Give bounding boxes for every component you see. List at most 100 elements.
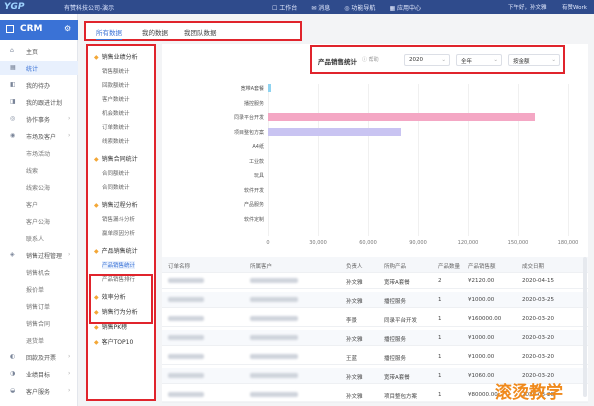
sidebar-item[interactable]: 销售机会 — [0, 265, 78, 279]
report-item[interactable]: 销售漏斗分析 — [102, 215, 135, 223]
report-group[interactable]: ◆ 产品销售统计 — [94, 246, 138, 255]
user-greeting[interactable]: 下午好，孙文雅 — [508, 3, 547, 11]
nav-icon: ◈ — [10, 251, 15, 258]
x-tick-label: 90,000 — [409, 240, 427, 246]
nav-icon: ◎ — [10, 115, 16, 122]
sidebar-item[interactable]: 退货单 — [0, 333, 78, 347]
report-item[interactable]: 合同额统计 — [102, 169, 130, 177]
table-row[interactable]: 孙文雅 播控服务 1 ¥1000.00 2020-03-25 — [162, 292, 588, 308]
group-bullet-icon: ◆ — [94, 54, 99, 61]
table-cell: 1 — [438, 297, 442, 303]
column-header[interactable]: 所购产品 — [384, 262, 406, 270]
crm-title: CRM — [20, 24, 43, 34]
table-cell: 2020-04-15 — [522, 278, 554, 284]
nav-icon: ◨ — [10, 98, 16, 105]
column-header[interactable]: 负责人 — [346, 262, 363, 270]
top-nav-function-nav[interactable]: ◎ 功能导航 — [344, 3, 375, 12]
top-nav-workbench[interactable]: ☐ 工作台 — [272, 3, 297, 12]
report-item[interactable]: 机会数统计 — [102, 109, 130, 117]
crm-header: CRM ⚙ — [0, 20, 78, 40]
report-item[interactable]: 销售额统计 — [102, 67, 130, 75]
sidebar-item[interactable]: ◑ 业绩目标 › — [0, 367, 78, 381]
table-scrollbar[interactable] — [583, 257, 587, 397]
chevron-down-icon: ⌄ — [551, 57, 556, 63]
gear-icon[interactable]: ⚙ — [64, 24, 71, 33]
table-header: 订单名称 所属客户 负责人 所购产品 产品数量 产品销售额 成交日期 — [162, 257, 588, 273]
table-row[interactable]: 孙文雅 播控服务 1 ¥1000.00 2020-03-20 — [162, 330, 588, 346]
sidebar-item[interactable]: 线索 — [0, 163, 78, 177]
top-bar: YGP 有赞科技公司-演示 ☐ 工作台 ✉ 消息 ◎ 功能导航 ▦ 应用中心 下… — [0, 0, 594, 14]
tab-my-team-data[interactable]: 我团队数据 — [184, 27, 217, 37]
tab-all-data[interactable]: 所有数据 — [96, 27, 122, 40]
report-item[interactable]: 客户数统计 — [102, 95, 130, 103]
sidebar-item[interactable]: ⌂ 主页 — [0, 44, 78, 58]
table-cell: 2020-03-20 — [522, 316, 554, 322]
apps-grid-icon[interactable] — [6, 25, 14, 33]
report-group[interactable]: ◆ 销售业绩分析 — [94, 52, 138, 61]
report-group[interactable]: ◆ 销售过程分析 — [94, 200, 138, 209]
sidebar-item[interactable]: 客户公海 — [0, 214, 78, 228]
column-header[interactable]: 订单名称 — [168, 262, 190, 270]
table-cell — [168, 354, 204, 361]
sidebar-item[interactable]: ▦ 统计 — [0, 61, 78, 75]
workspace-switcher[interactable]: 有赞Work — [562, 3, 587, 11]
report-item[interactable]: 产品销售统计 — [102, 261, 136, 269]
column-header[interactable]: 产品数量 — [438, 262, 460, 270]
report-group[interactable]: ◆ 客户TOP10 — [94, 337, 133, 346]
table-cell — [168, 316, 204, 323]
chevron-down-icon: ⌄ — [441, 57, 446, 63]
top-nav-messages[interactable]: ✉ 消息 — [311, 3, 330, 12]
report-item[interactable]: 线索数统计 — [102, 137, 130, 145]
nav-icon: ◐ — [10, 353, 16, 360]
report-item[interactable]: 订单数统计 — [102, 123, 130, 131]
y-category-label: 工业款 — [248, 158, 264, 165]
column-header[interactable]: 产品销售额 — [468, 262, 496, 270]
help-link[interactable]: ⓘ 帮助 — [362, 56, 379, 63]
sidebar-item[interactable]: ◨ 我的跟进计划 — [0, 95, 78, 109]
report-group-label: 销售PK榜 — [101, 324, 128, 331]
table-cell: 1 — [438, 373, 442, 379]
sidebar-item[interactable]: ◧ 我的待办 — [0, 78, 78, 92]
sidebar-item[interactable]: 报价单 — [0, 282, 78, 296]
table-cell — [250, 316, 298, 323]
sidebar-item-label: 主页 — [26, 49, 39, 56]
y-category-label: 软件开发 — [243, 187, 264, 194]
sidebar-item[interactable]: 市场活动 — [0, 146, 78, 160]
chart-bar[interactable] — [268, 113, 535, 121]
chart-bar[interactable] — [268, 84, 271, 92]
report-item[interactable]: 回款额统计 — [102, 81, 130, 89]
column-header[interactable]: 成交日期 — [522, 262, 544, 270]
chevron-right-icon: › — [68, 251, 71, 258]
table-row[interactable]: 李景 同录平台开发 1 ¥160000.00 2020-03-20 — [162, 311, 588, 327]
period-select[interactable]: 全年 ⌄ — [456, 54, 502, 66]
sidebar-item[interactable]: 客户 — [0, 197, 78, 211]
tab-my-data[interactable]: 我的数据 — [142, 27, 168, 37]
sidebar-item[interactable]: 联系人 — [0, 231, 78, 245]
top-nav-label: 功能导航 — [351, 5, 376, 12]
report-item[interactable]: 赢单原因分析 — [102, 229, 135, 237]
column-header[interactable]: 所属客户 — [250, 262, 272, 270]
year-select[interactable]: 2020 ⌄ — [404, 54, 450, 66]
sidebar-item[interactable]: 销售合同 — [0, 316, 78, 330]
top-nav-app-center[interactable]: ▦ 应用中心 — [389, 3, 421, 12]
y-category-label: 播控服务 — [243, 100, 264, 107]
sidebar-item[interactable]: 销售订单 — [0, 299, 78, 313]
sidebar-item[interactable]: ◒ 客户服务 › — [0, 384, 78, 398]
sidebar-item-label: 销售订单 — [26, 304, 51, 311]
table-row[interactable]: 王蓝 播控服务 1 ¥1000.00 2020-03-20 — [162, 349, 588, 365]
sidebar-item[interactable]: 线索公海 — [0, 180, 78, 194]
report-item[interactable]: 合同数统计 — [102, 183, 130, 191]
table-row[interactable]: 孙文雅 宽带A套餐 2 ¥2120.00 2020-04-15 — [162, 273, 588, 289]
x-tick-label: 30,000 — [309, 240, 327, 246]
sidebar-item[interactable]: ◎ 协作事务 › — [0, 112, 78, 126]
metric-select[interactable]: 按金额 ⌄ — [508, 54, 560, 66]
table-cell: 孙文雅 — [346, 375, 363, 381]
sidebar-item[interactable]: ◉ 市场及客户 › — [0, 129, 78, 143]
sidebar-item[interactable]: ◈ 销售过程管理 › — [0, 248, 78, 262]
report-group[interactable]: ◆ 销售合同统计 — [94, 154, 138, 163]
redacted-text — [250, 373, 298, 378]
chart-bar[interactable] — [268, 127, 402, 136]
sidebar-item[interactable]: ◐ 回款及开票 › — [0, 350, 78, 364]
group-bullet-icon: ◆ — [94, 248, 99, 255]
chart-gridline — [268, 84, 269, 236]
